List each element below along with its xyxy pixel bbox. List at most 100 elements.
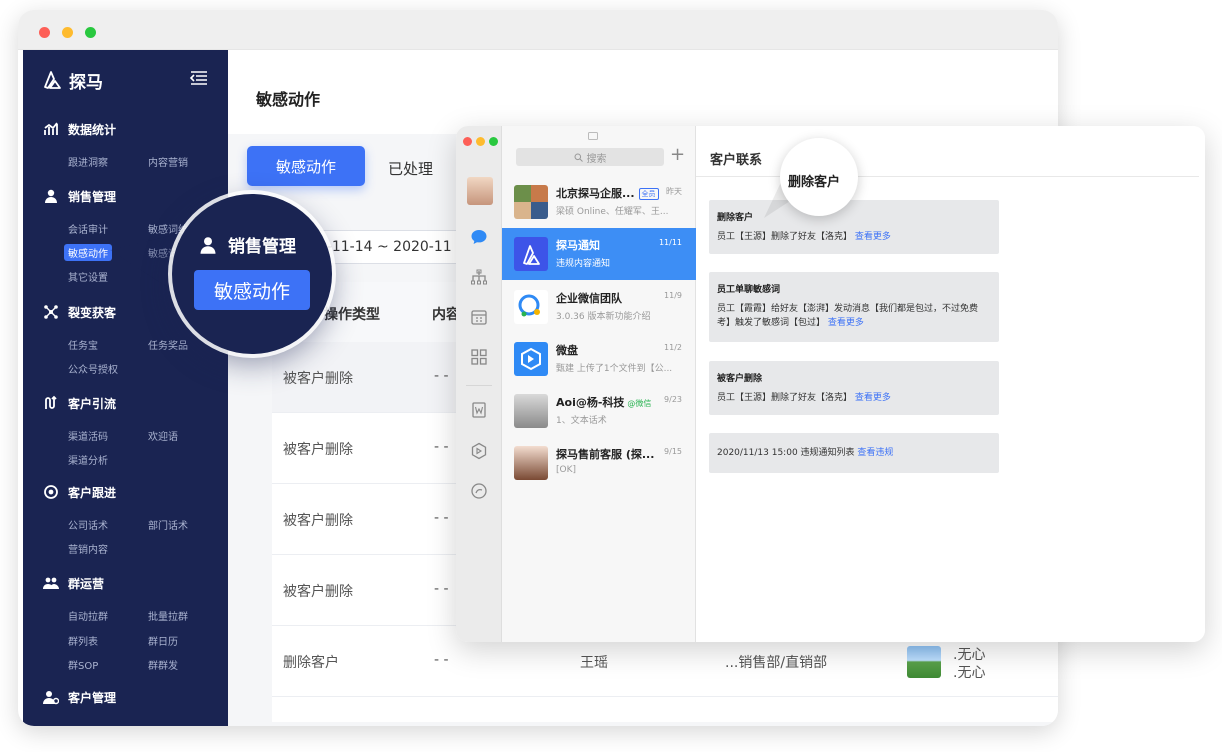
menu-collapse-icon[interactable] bbox=[189, 70, 209, 86]
conversation-time: 9/23 bbox=[664, 395, 682, 404]
search-icon bbox=[574, 153, 583, 162]
conversation-time: 11/9 bbox=[664, 291, 682, 300]
sidebar-section-title: 销售管理 bbox=[68, 189, 117, 204]
sidebar-section-header[interactable]: 客户管理 bbox=[43, 688, 116, 706]
cell-employee: 王瑶 bbox=[580, 655, 608, 671]
sidebar-item[interactable]: 自动拉群 bbox=[68, 608, 108, 623]
meeting-icon[interactable] bbox=[470, 482, 488, 500]
sidebar-item[interactable]: 渠道活码 bbox=[68, 428, 108, 443]
close-window-button[interactable] bbox=[463, 137, 472, 146]
page-title: 敏感动作 bbox=[256, 90, 321, 109]
maximize-window-button[interactable] bbox=[489, 137, 498, 146]
sidebar-item[interactable]: 内容营销 bbox=[148, 154, 188, 169]
sidebar-item[interactable]: 任务宝 bbox=[68, 337, 98, 352]
list-item[interactable]: 企业微信团队 11/9 3.0.36 版本新功能介绍 bbox=[502, 281, 696, 333]
card-body: 员工【王源】删除了好友【洛克】 查看更多 bbox=[717, 232, 891, 242]
minimize-window-button[interactable] bbox=[62, 27, 73, 38]
apps-grid-icon[interactable] bbox=[470, 348, 488, 366]
conversation-preview: [OK] bbox=[556, 465, 577, 475]
logo: 探马 bbox=[41, 68, 103, 93]
sidebar-section-header[interactable]: 群运营 bbox=[43, 574, 104, 592]
user-icon bbox=[200, 236, 216, 254]
cell-action-type: 被客户删除 bbox=[283, 442, 353, 458]
maximize-window-button[interactable] bbox=[85, 27, 96, 38]
list-item[interactable]: 探马售前客服 (探... 9/15 [OK] bbox=[502, 437, 696, 489]
list-item[interactable]: 探马通知 11/11 违规内容通知 bbox=[502, 228, 696, 280]
conversation-name: 探马通知 bbox=[556, 239, 600, 252]
sidebar-item[interactable]: 部门话术 bbox=[148, 517, 188, 532]
sidebar-item[interactable]: 欢迎语 bbox=[148, 428, 178, 443]
group-icon bbox=[43, 577, 59, 589]
sidebar-item[interactable]: 营销内容 bbox=[68, 541, 108, 556]
view-more-link[interactable]: 查看更多 bbox=[828, 318, 864, 328]
view-violation-link[interactable]: 查看违规 bbox=[857, 448, 893, 458]
card-body: 员工【王源】删除了好友【洛克】 查看更多 bbox=[717, 393, 891, 403]
org-chart-icon[interactable] bbox=[470, 269, 488, 287]
notification-card: 员工单聊敏感词 员工【霞霞】给好友【澎湃】发动消息【我们都是包过，不过免费考】触… bbox=[709, 272, 999, 342]
conversation-name: 北京探马企服... 全员 bbox=[556, 185, 659, 201]
tab-sensitive-actions[interactable]: 敏感动作 bbox=[247, 146, 365, 186]
sidebar-item[interactable]: 跟进洞察 bbox=[68, 154, 108, 169]
group-avatar bbox=[514, 185, 548, 219]
cell-content: - - bbox=[434, 439, 449, 455]
cell-action-type: 删除客户 bbox=[283, 655, 339, 671]
lens-section-header: 销售管理 bbox=[198, 232, 296, 257]
add-button[interactable]: + bbox=[670, 146, 685, 164]
search-input[interactable]: 搜索 bbox=[516, 148, 664, 166]
main-header: 敏感动作 bbox=[228, 50, 1058, 134]
customer-avatar bbox=[907, 646, 941, 678]
calendar-icon[interactable] bbox=[470, 308, 488, 326]
drive-icon[interactable] bbox=[470, 442, 488, 460]
conversation-time: 11/2 bbox=[664, 343, 682, 352]
all-staff-badge: 全员 bbox=[638, 188, 659, 200]
view-more-link[interactable]: 查看更多 bbox=[855, 393, 891, 403]
sidebar-section-title: 群运营 bbox=[68, 576, 105, 591]
wechat-tag: @微信 bbox=[627, 399, 652, 408]
sidebar-item[interactable]: 批量拉群 bbox=[148, 608, 188, 623]
sidebar-section-title: 数据统计 bbox=[68, 122, 117, 137]
cell-action-type: 被客户删除 bbox=[283, 584, 353, 600]
chat-divider bbox=[696, 176, 1199, 177]
sidebar-section-header[interactable]: 销售管理 bbox=[43, 187, 116, 205]
document-icon[interactable] bbox=[470, 401, 488, 419]
sidebar-item[interactable]: 渠道分析 bbox=[68, 452, 108, 467]
target-icon bbox=[44, 485, 58, 499]
contact-avatar bbox=[514, 446, 548, 480]
sidebar-item[interactable]: 群SOP bbox=[68, 657, 98, 672]
sidebar-item[interactable]: 公众号授权 bbox=[68, 361, 118, 376]
conversation-name: 企业微信团队 bbox=[556, 292, 622, 305]
sidebar-item[interactable]: 群群发 bbox=[148, 657, 178, 672]
card-body: 员工【霞霞】给好友【澎湃】发动消息【我们都是包过，不过免费考】触发了敏感词【包过… bbox=[717, 304, 979, 328]
list-item[interactable]: 微盘 11/2 甄建 上传了1个文件到【公... bbox=[502, 333, 696, 385]
sidebar-item[interactable]: 群列表 bbox=[68, 633, 98, 648]
conversation-preview: 违规内容通知 bbox=[556, 259, 611, 269]
sidebar-item[interactable]: 任务奖品 bbox=[148, 337, 188, 352]
avatar[interactable] bbox=[467, 177, 493, 205]
conversation-name: 探马售前客服 (探... bbox=[556, 448, 655, 461]
view-more-link[interactable]: 查看更多 bbox=[855, 232, 891, 242]
list-item[interactable]: 北京探马企服... 全员 昨天 梁硕 Online、任耀军、王... bbox=[502, 176, 696, 228]
message-icon[interactable] bbox=[470, 228, 488, 246]
user-icon bbox=[45, 189, 57, 203]
conversation-preview: 甄建 上传了1个文件到【公... bbox=[556, 364, 673, 374]
minimize-window-button[interactable] bbox=[476, 137, 485, 146]
conversation-time: 11/11 bbox=[658, 238, 682, 247]
tab-processed[interactable]: 已处理 bbox=[388, 158, 433, 179]
notification-card: 被客户删除 员工【王源】删除了好友【洛克】 查看更多 bbox=[709, 361, 999, 415]
logo-text: 探马 bbox=[69, 72, 103, 93]
card-body: 2020/11/13 15:00 违规通知列表 查看违规 bbox=[717, 448, 894, 458]
card-title: 被客户删除 bbox=[717, 374, 763, 384]
sidebar-item[interactable]: 公司话术 bbox=[68, 517, 108, 532]
sidebar-section-header[interactable]: 客户跟进 bbox=[43, 483, 116, 501]
column-header-action-type: 操作类型 bbox=[324, 307, 380, 323]
close-window-button[interactable] bbox=[39, 27, 50, 38]
list-item[interactable]: Aoi@杨-科技 @微信 9/23 1、文本话术 bbox=[502, 385, 696, 437]
sidebar-item[interactable]: 群日历 bbox=[148, 633, 178, 648]
share-icon bbox=[44, 305, 58, 319]
sidebar-section-header[interactable]: 数据统计 bbox=[43, 120, 116, 138]
sidebar-section-header[interactable]: 客户引流 bbox=[43, 394, 116, 412]
card-title: 员工单聊敏感词 bbox=[717, 285, 781, 295]
customer-icon bbox=[43, 691, 59, 705]
lens-sensitive-actions-button[interactable]: 敏感动作 bbox=[194, 270, 310, 310]
cell-customer: .无心 bbox=[953, 665, 986, 681]
